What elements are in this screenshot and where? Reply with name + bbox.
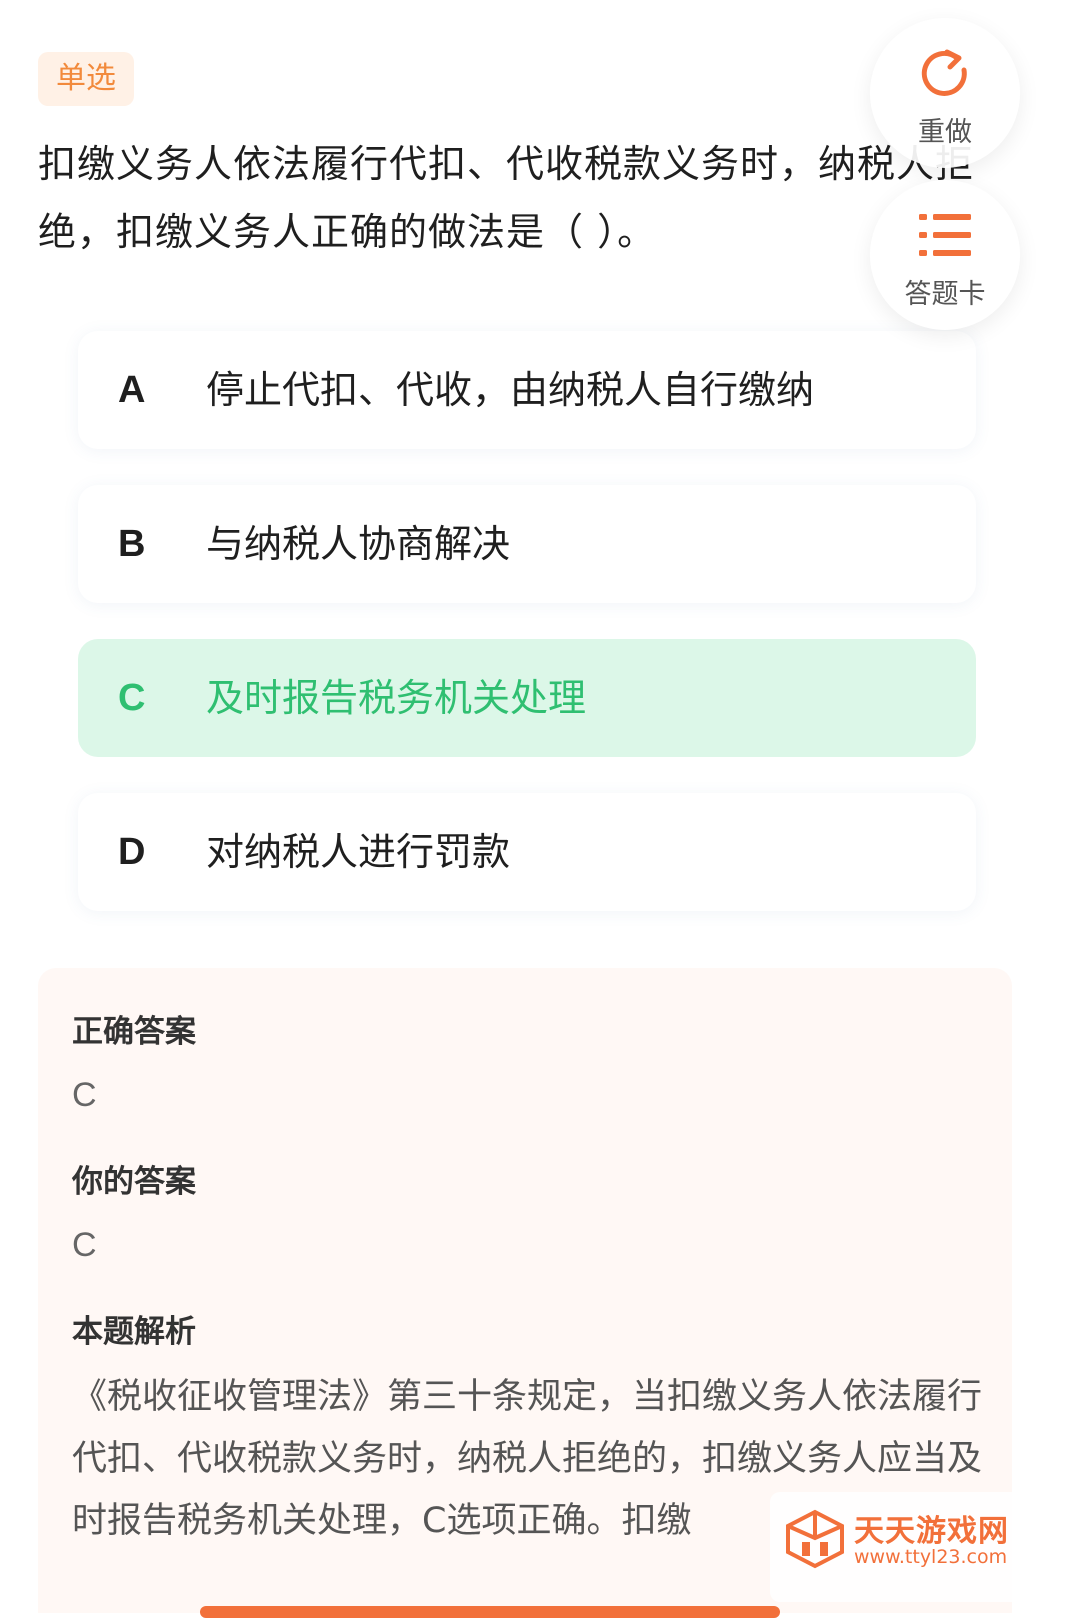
answer-card-label: 答题卡: [904, 279, 986, 310]
option-letter: A: [118, 369, 146, 411]
option-letter: D: [118, 831, 146, 873]
explanation-title: 本题解析: [72, 1314, 196, 1350]
watermark-logo-icon: [784, 1508, 846, 1574]
option-c[interactable]: C 及时报告税务机关处理: [78, 639, 976, 757]
option-letter: C: [118, 677, 146, 719]
your-answer-title: 你的答案: [72, 1164, 196, 1200]
option-a[interactable]: A 停止代扣、代收，由纳税人自行缴纳: [78, 331, 976, 449]
option-b[interactable]: B 与纳税人协商解决: [78, 485, 976, 603]
watermark: 天天游戏网 www.ttyl23.com: [770, 1492, 1050, 1602]
option-d[interactable]: D 对纳税人进行罚款: [78, 793, 976, 911]
your-answer-value: C: [72, 1226, 97, 1264]
correct-answer-title: 正确答案: [72, 1014, 196, 1050]
option-text: 及时报告税务机关处理: [206, 676, 587, 720]
watermark-name: 天天游戏网: [854, 1514, 1009, 1549]
list-icon: [917, 210, 973, 264]
redo-button[interactable]: 重做: [870, 18, 1020, 168]
question-text: 扣缴义务人依法履行代扣、代收税款义务时，纳税人拒绝，扣缴义务人正确的做法是（ ）…: [38, 142, 975, 254]
option-letter: B: [118, 523, 146, 565]
option-text: 对纳税人进行罚款: [206, 830, 511, 874]
bottom-action-bar[interactable]: [200, 1606, 780, 1618]
redo-icon: [917, 44, 973, 104]
answer-card-button[interactable]: 答题卡: [870, 180, 1020, 330]
option-text: 与纳税人协商解决: [206, 522, 511, 566]
watermark-url: www.ttyl23.com: [854, 1546, 1008, 1568]
correct-answer-value: C: [72, 1076, 97, 1114]
option-text: 停止代扣、代收，由纳税人自行缴纳: [206, 368, 815, 412]
question-type-tag: 单选: [38, 52, 134, 106]
redo-label: 重做: [918, 117, 972, 148]
